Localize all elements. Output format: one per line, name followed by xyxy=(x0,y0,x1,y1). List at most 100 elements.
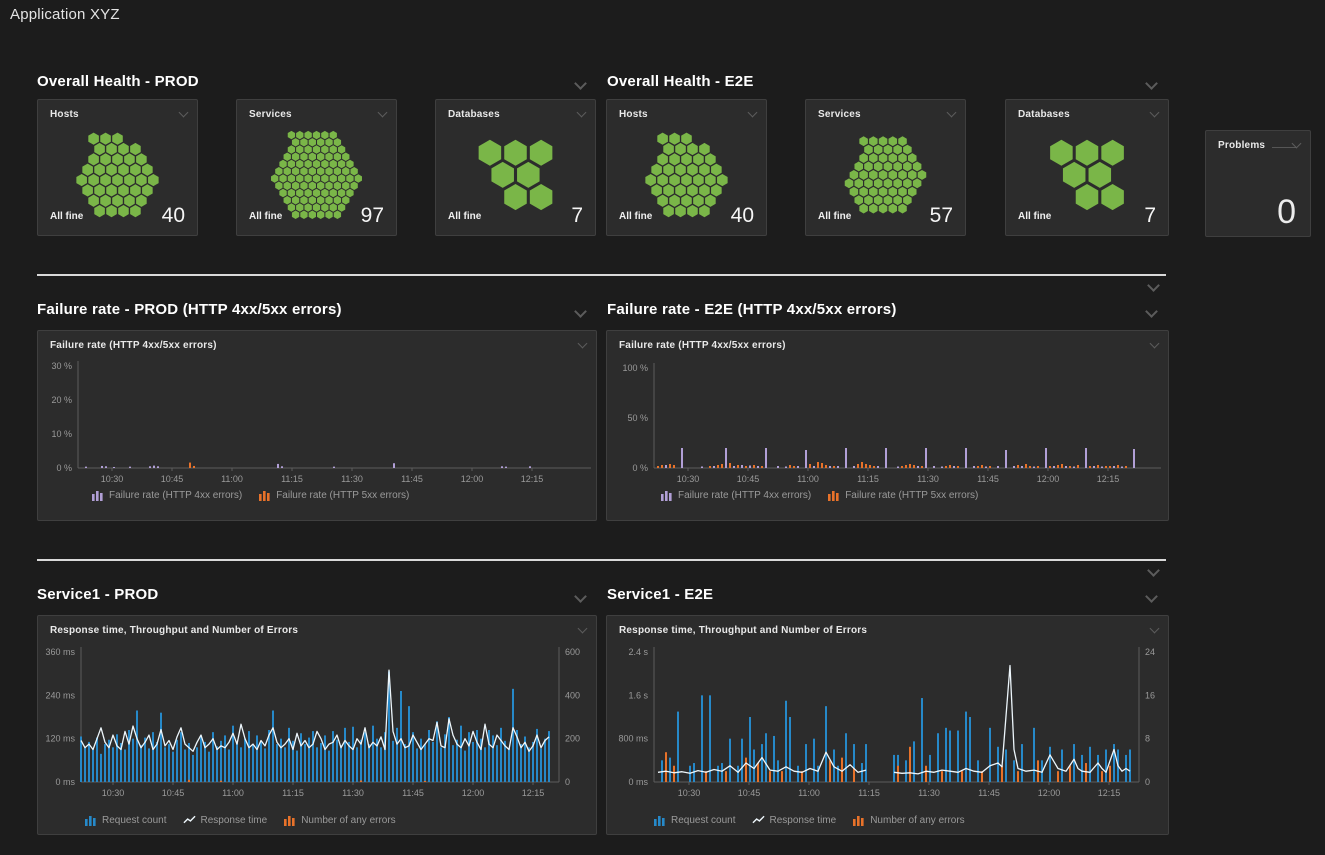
problems-tile[interactable]: Problems 0 xyxy=(1205,130,1311,237)
svg-text:0: 0 xyxy=(1145,777,1150,787)
svg-text:10:45: 10:45 xyxy=(737,474,760,484)
svg-text:11:30: 11:30 xyxy=(341,474,363,484)
legend-label: Failure rate (HTTP 5xx errors) xyxy=(845,490,978,501)
health-tile-prod-databases[interactable]: Databases All fine 7 xyxy=(435,99,596,236)
health-count: 7 xyxy=(571,204,583,228)
svg-text:11:45: 11:45 xyxy=(977,474,999,484)
health-tile-e2e-hosts[interactable]: Hosts All fine 40 xyxy=(606,99,767,236)
health-status: All fine xyxy=(448,211,481,222)
health-tile-prod-hosts[interactable]: Hosts All fine 40 xyxy=(37,99,198,236)
health-tile-prod-services[interactable]: Services All fine 97 xyxy=(236,99,397,236)
svg-text:11:45: 11:45 xyxy=(402,788,424,798)
bar-chart-icon xyxy=(91,489,104,501)
svg-text:11:00: 11:00 xyxy=(797,474,819,484)
health-count: 57 xyxy=(930,204,953,228)
legend-item: Number of any errors xyxy=(283,814,395,826)
svg-text:0 %: 0 % xyxy=(56,463,72,473)
svg-text:10:30: 10:30 xyxy=(102,788,125,798)
svg-text:12:00: 12:00 xyxy=(462,788,485,798)
legend-label: Response time xyxy=(770,815,837,826)
failure-chart-tile-prod[interactable]: 30 %20 %10 %0 %10:3010:4511:0011:1511:30… xyxy=(37,330,597,521)
service-chart-tile-prod[interactable]: 360 ms240 ms120 ms0 ms600400200010:3010:… xyxy=(37,615,597,835)
bar-chart-icon xyxy=(258,489,271,501)
svg-text:12:15: 12:15 xyxy=(522,788,545,798)
chevron-down-icon[interactable] xyxy=(1145,77,1158,90)
svg-text:2.4 s: 2.4 s xyxy=(628,647,648,657)
health-count: 7 xyxy=(1144,204,1156,228)
health-status: All fine xyxy=(1018,211,1051,222)
health-status: All fine xyxy=(818,211,851,222)
chevron-down-icon[interactable] xyxy=(574,590,587,603)
chart-title: Failure rate (HTTP 4xx/5xx errors) xyxy=(619,340,786,351)
svg-text:12:15: 12:15 xyxy=(521,474,544,484)
svg-text:20 %: 20 % xyxy=(51,395,72,405)
health-status: All fine xyxy=(249,211,282,222)
svg-text:360 ms: 360 ms xyxy=(45,647,75,657)
failure-chart-tile-e2e[interactable]: 100 %50 %0 %10:3010:4511:0011:1511:3011:… xyxy=(606,330,1169,521)
legend-label: Failure rate (HTTP 4xx errors) xyxy=(109,490,242,501)
chevron-down-icon[interactable] xyxy=(1147,279,1160,292)
chart-legend: Request count Response time Number of an… xyxy=(84,814,396,826)
health-status: All fine xyxy=(619,211,652,222)
svg-text:0 ms: 0 ms xyxy=(628,777,648,787)
svg-text:0 %: 0 % xyxy=(632,463,648,473)
svg-text:120 ms: 120 ms xyxy=(45,734,75,744)
svg-text:12:00: 12:00 xyxy=(1037,474,1060,484)
svg-text:10:30: 10:30 xyxy=(677,474,700,484)
chevron-down-icon[interactable] xyxy=(1145,305,1158,318)
chevron-down-icon[interactable] xyxy=(574,77,587,90)
health-tile-e2e-services[interactable]: Services All fine 57 xyxy=(805,99,966,236)
legend-item: Number of any errors xyxy=(852,814,964,826)
page-title: Application XYZ xyxy=(10,6,120,23)
section-divider xyxy=(37,274,1166,276)
line-chart-icon xyxy=(183,814,196,826)
legend-item: Response time xyxy=(752,814,837,826)
svg-text:11:15: 11:15 xyxy=(858,788,880,798)
svg-text:12:15: 12:15 xyxy=(1097,474,1120,484)
svg-text:240 ms: 240 ms xyxy=(45,690,75,700)
chevron-down-icon[interactable] xyxy=(574,305,587,318)
service-chart-tile-e2e[interactable]: 2.4 s1.6 s800 ms0 ms24168010:3010:4511:0… xyxy=(606,615,1169,835)
bar-chart-icon xyxy=(827,489,840,501)
svg-text:11:30: 11:30 xyxy=(918,788,940,798)
legend-item: Failure rate (HTTP 5xx errors) xyxy=(258,489,409,501)
svg-text:11:00: 11:00 xyxy=(798,788,820,798)
bar-chart-icon xyxy=(283,814,296,826)
legend-item: Failure rate (HTTP 4xx errors) xyxy=(91,489,242,501)
svg-text:50 %: 50 % xyxy=(627,413,648,423)
tile-title: Problems xyxy=(1218,140,1265,151)
section-title-health-prod: Overall Health - PROD xyxy=(37,73,199,90)
legend-label: Response time xyxy=(201,815,268,826)
chart-legend: Request count Response time Number of an… xyxy=(653,814,965,826)
service-metrics-chart: 360 ms240 ms120 ms0 ms600400200010:3010:… xyxy=(38,616,596,834)
svg-text:0 ms: 0 ms xyxy=(55,777,75,787)
chart-title: Failure rate (HTTP 4xx/5xx errors) xyxy=(50,340,217,351)
svg-text:10 %: 10 % xyxy=(51,429,72,439)
svg-text:12:00: 12:00 xyxy=(461,474,484,484)
svg-text:11:30: 11:30 xyxy=(342,788,364,798)
section-title-health-e2e: Overall Health - E2E xyxy=(607,73,754,90)
section-title-failure-prod: Failure rate - PROD (HTTP 4xx/5xx errors… xyxy=(37,301,342,318)
section-title-service-prod: Service1 - PROD xyxy=(37,586,158,603)
svg-text:0: 0 xyxy=(565,777,570,787)
service-metrics-chart: 2.4 s1.6 s800 ms0 ms24168010:3010:4511:0… xyxy=(607,616,1168,834)
svg-text:11:00: 11:00 xyxy=(221,474,243,484)
health-tile-e2e-databases[interactable]: Databases All fine 7 xyxy=(1005,99,1169,236)
svg-text:10:30: 10:30 xyxy=(101,474,124,484)
svg-text:11:00: 11:00 xyxy=(222,788,244,798)
chevron-down-icon[interactable] xyxy=(1147,564,1160,577)
health-count: 97 xyxy=(361,204,384,228)
svg-text:100 %: 100 % xyxy=(622,363,648,373)
legend-label: Failure rate (HTTP 5xx errors) xyxy=(276,490,409,501)
divider xyxy=(1272,147,1296,148)
svg-text:11:45: 11:45 xyxy=(978,788,1000,798)
svg-text:11:15: 11:15 xyxy=(281,474,303,484)
chevron-down-icon[interactable] xyxy=(1145,590,1158,603)
svg-text:8: 8 xyxy=(1145,734,1150,744)
svg-text:10:45: 10:45 xyxy=(161,474,184,484)
chart-legend: Failure rate (HTTP 4xx errors) Failure r… xyxy=(660,489,978,501)
bar-chart-icon xyxy=(653,814,666,826)
legend-item: Failure rate (HTTP 4xx errors) xyxy=(660,489,811,501)
svg-text:11:15: 11:15 xyxy=(282,788,304,798)
health-count: 40 xyxy=(162,204,185,228)
